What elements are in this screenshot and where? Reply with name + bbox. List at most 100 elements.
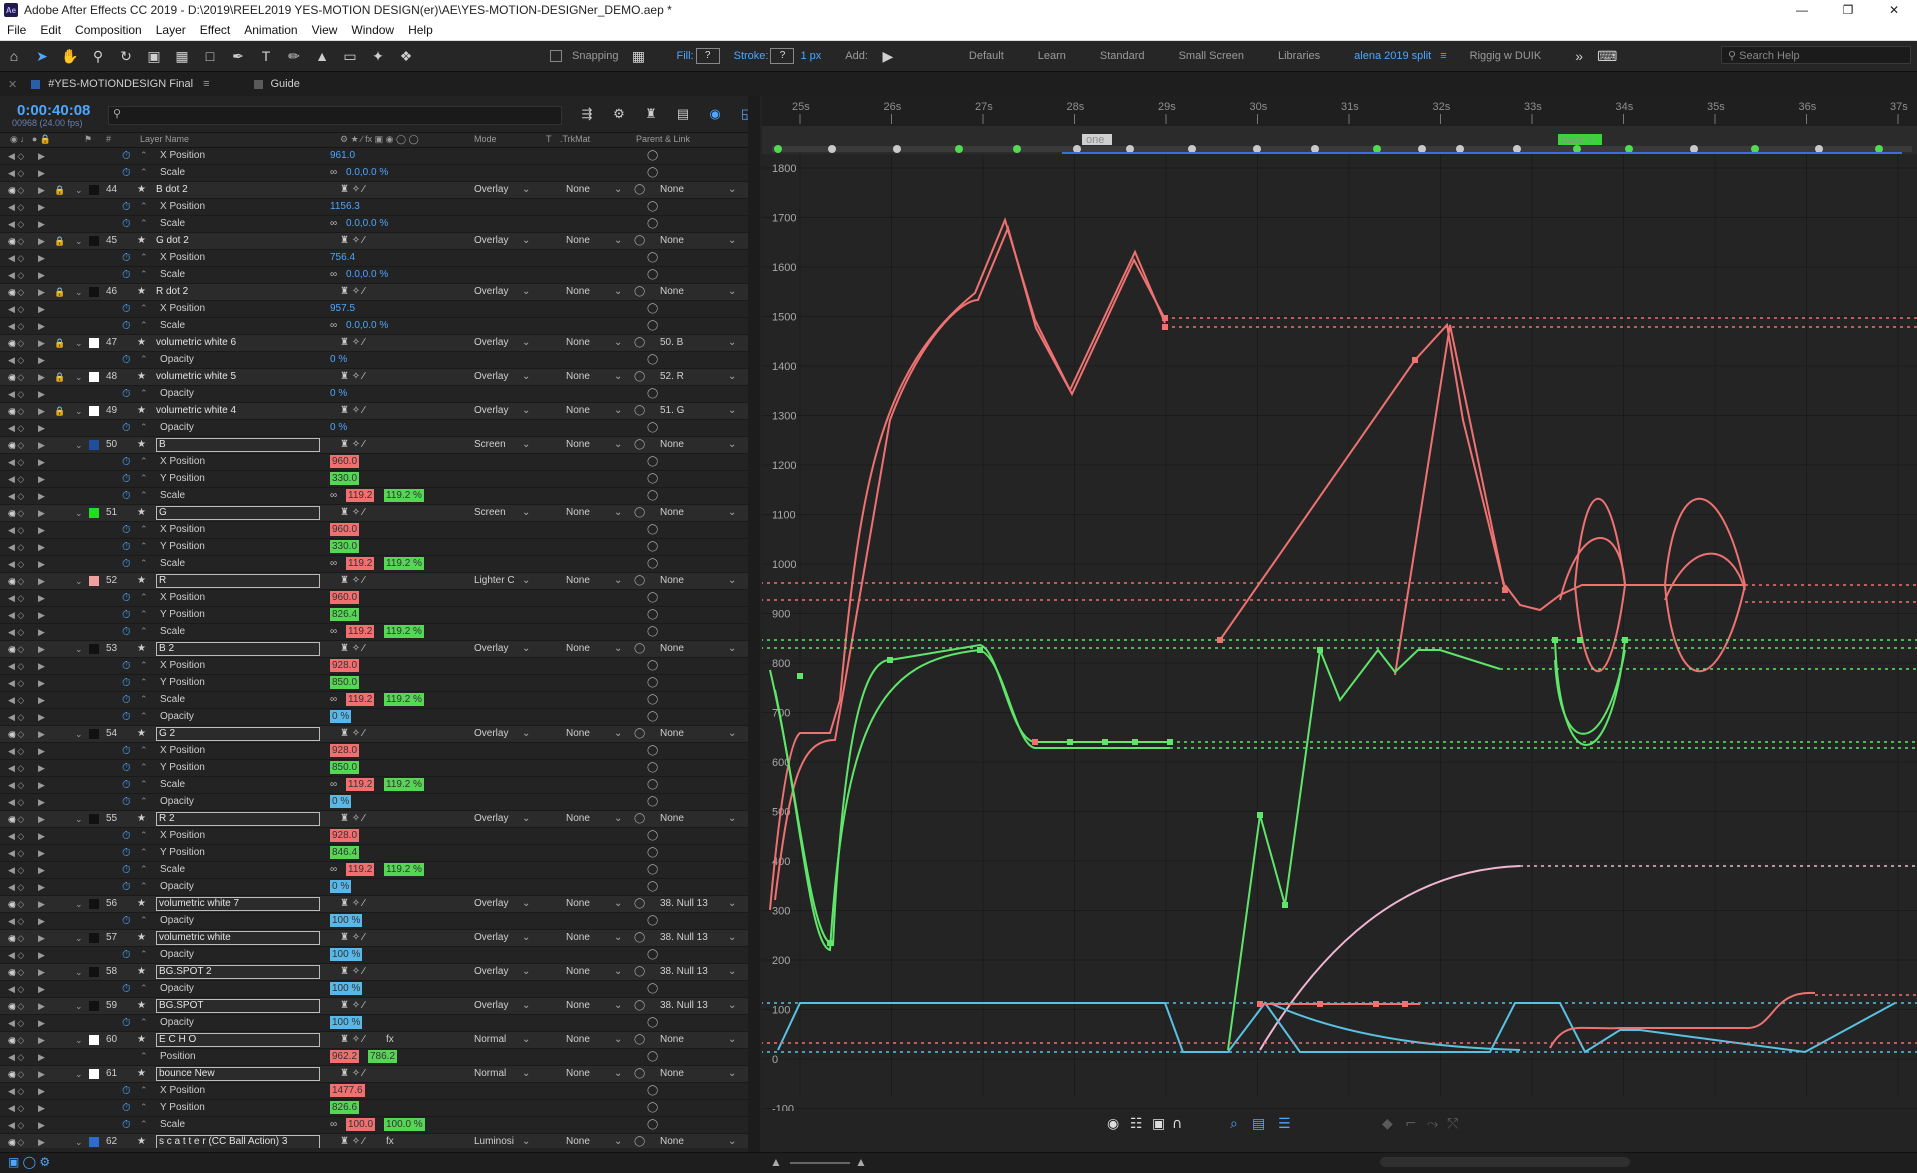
layer-row[interactable]: ◀ ◇ ▶ ◉ 🔒 ⌄ 49 ★ volumetric white 4 ♜ ✧ ∕ Overlay… (0, 403, 748, 420)
chevron-down-icon[interactable]: ⌄ (728, 728, 736, 739)
frame-blending-icon[interactable]: ▤ (672, 106, 694, 122)
menu-edit[interactable]: Edit (33, 23, 68, 37)
property-value[interactable]: 100.0 % (384, 1118, 425, 1131)
graph-icon[interactable]: ⌃ (140, 490, 148, 501)
property-value[interactable]: 330.0 (330, 540, 360, 553)
keyframe-next-icon[interactable]: ▶ (38, 593, 45, 604)
keyframe-nav-icon[interactable]: ◀ ◇ (8, 627, 24, 638)
graph-options-icon[interactable]: ☷ (1130, 1116, 1143, 1132)
keyframe-next-icon[interactable]: ▶ (38, 372, 45, 383)
fx-icon[interactable]: fx (386, 1136, 394, 1147)
property-row[interactable]: ◀ ◇ ▶ ⏱ ⌃ Opacity 0 % ◯ (0, 420, 748, 437)
visibility-icon[interactable]: ◉ (8, 899, 16, 910)
property-value[interactable]: 0.0,0.0 % (346, 269, 388, 280)
stopwatch-icon[interactable]: ⏱ (122, 524, 131, 537)
keyframe-next-icon[interactable]: ▶ (38, 559, 45, 570)
trkmat-dropdown[interactable]: None (566, 184, 590, 195)
shy-switch-icon[interactable]: ♜ ✧ ∕ (340, 1000, 365, 1011)
chevron-down-icon[interactable]: ⌄ (614, 235, 622, 246)
link-icon[interactable]: ∞ (330, 320, 337, 331)
layer-row[interactable]: ◀ ◇ ▶ ◉ ⌄ 55 ★ R 2 ♜ ✧ ∕ Overlay ⌄ None ⌄ ◯ None ⌄ (0, 811, 748, 828)
transform-box-icon[interactable]: ▣ (1152, 1116, 1165, 1132)
keyframe-next-icon[interactable]: ▶ (38, 661, 45, 672)
property-value[interactable]: 850.0 (330, 676, 360, 689)
property-row[interactable]: ◀ ◇ ▶ ⏱ ⌃ X Position 960.0 ◯ (0, 522, 748, 539)
visibility-icon[interactable]: ◉ (8, 644, 16, 655)
keyframe-next-icon[interactable]: ▶ (38, 423, 45, 434)
expression-pickwhip-icon[interactable]: ◯ (647, 1085, 658, 1096)
lock-icon[interactable]: 🔒 (54, 287, 65, 298)
keyframe-next-icon[interactable]: ▶ (38, 865, 45, 876)
property-row[interactable]: ◀ ◇ ▶ ⏱ ⌃ Scale ∞ 0.0,0.0 % ◯ (0, 318, 748, 335)
expression-pickwhip-icon[interactable]: ◯ (647, 677, 658, 688)
keyframe-nav-icon[interactable]: ◀ ◇ (8, 457, 24, 468)
layer-name[interactable]: B dot 2 (156, 184, 188, 195)
twirl-icon[interactable]: ⌄ (75, 933, 83, 944)
graph-icon[interactable]: ⌃ (140, 915, 148, 926)
layer-name[interactable]: volumetric white 4 (156, 405, 236, 416)
layer-name[interactable]: BG.SPOT 2 (156, 965, 320, 979)
keyframe-nav-icon[interactable]: ◀ ◇ (8, 168, 24, 179)
twirl-icon[interactable]: ⌄ (75, 287, 83, 298)
graph-icon[interactable]: ⌃ (140, 762, 148, 773)
expression-pickwhip-icon[interactable]: ◯ (647, 745, 658, 756)
property-value[interactable]: 119.2 (346, 863, 375, 876)
keyframe-nav-icon[interactable]: ◀ ◇ (8, 695, 24, 706)
expression-pickwhip-icon[interactable]: ◯ (647, 915, 658, 926)
property-row[interactable]: ◀ ◇ ▶ ⏱ ⌃ Opacity 0 % ◯ (0, 386, 748, 403)
close-tab-icon[interactable]: ✕ (8, 78, 17, 91)
expression-pickwhip-icon[interactable]: ◯ (647, 167, 658, 178)
ease-icon[interactable]: ⤲ (1447, 1116, 1458, 1132)
property-row[interactable]: ◀ ◇ ▶ ⏱ ⌃ X Position 928.0 ◯ (0, 828, 748, 845)
visibility-icon[interactable]: ◉ (8, 508, 16, 519)
stopwatch-icon[interactable]: ⏱ (122, 847, 131, 860)
graph-icon[interactable]: ⌃ (140, 779, 148, 790)
link-icon[interactable]: ∞ (330, 558, 337, 569)
chevron-down-icon[interactable]: ⌄ (728, 932, 736, 943)
layer-name[interactable]: B 2 (156, 642, 320, 656)
twirl-icon[interactable]: ⌄ (75, 899, 83, 910)
expression-pickwhip-icon[interactable]: ◯ (647, 796, 658, 807)
snap-icon[interactable]: ∩ (1172, 1116, 1182, 1132)
chevron-down-icon[interactable]: ⌄ (728, 813, 736, 824)
stopwatch-icon[interactable]: ⏱ (122, 473, 131, 486)
property-value[interactable]: 100.0 (346, 1118, 376, 1131)
property-value[interactable]: 928.0 (330, 829, 360, 842)
layer-name[interactable]: volumetric white (156, 931, 320, 945)
eye-icon[interactable]: ◉ (1107, 1116, 1119, 1132)
property-row[interactable]: ◀ ◇ ▶ ⏱ ⌃ Y Position 826.6 ◯ (0, 1100, 748, 1117)
expression-pickwhip-icon[interactable]: ◯ (647, 150, 658, 161)
keyframe-next-icon[interactable]: ▶ (38, 491, 45, 502)
layer-name[interactable]: bounce New (156, 1067, 320, 1081)
property-value[interactable]: 100 % (330, 982, 363, 995)
keyframe-next-icon[interactable]: ▶ (38, 355, 45, 366)
graph-icon[interactable]: ⌃ (140, 694, 148, 705)
layer-name[interactable]: R 2 (156, 812, 320, 826)
zoom-icon[interactable]: ⚲ (87, 45, 109, 67)
chevron-down-icon[interactable]: ⌄ (522, 643, 530, 654)
property-value[interactable]: 100 % (330, 948, 363, 961)
trkmat-dropdown[interactable]: None (566, 1136, 590, 1147)
home-icon[interactable]: ⌂ (3, 45, 25, 67)
minimize-icon[interactable]: — (1779, 0, 1825, 20)
property-value[interactable]: 960.0 (330, 455, 360, 468)
keyframe-next-icon[interactable]: ▶ (38, 236, 45, 247)
keyframe-next-icon[interactable]: ▶ (38, 168, 45, 179)
shy-switch-icon[interactable]: ♜ ✧ ∕ (340, 286, 365, 297)
pickwhip-icon[interactable]: ◯ (634, 898, 645, 909)
keyframe-next-icon[interactable]: ▶ (38, 848, 45, 859)
lock-icon[interactable]: 🔒 (54, 185, 65, 196)
visibility-icon[interactable]: ◉ (8, 967, 16, 978)
label-color[interactable] (89, 372, 99, 382)
keyframe-next-icon[interactable]: ▶ (38, 1018, 45, 1029)
keyframe-next-icon[interactable]: ▶ (38, 746, 45, 757)
graph-icon[interactable]: ⌃ (140, 456, 148, 467)
keyframe-nav-icon[interactable]: ◀ ◇ (8, 491, 24, 502)
trkmat-dropdown[interactable]: None (566, 235, 590, 246)
twirl-icon[interactable]: ⌄ (75, 1069, 83, 1080)
chevron-down-icon[interactable]: ⌄ (728, 439, 736, 450)
selection-icon[interactable]: ➤ (31, 45, 53, 67)
workspace-menu-icon[interactable]: ≡ (1440, 50, 1446, 62)
pickwhip-icon[interactable]: ◯ (634, 235, 645, 246)
visibility-icon[interactable]: ◉ (8, 440, 16, 451)
